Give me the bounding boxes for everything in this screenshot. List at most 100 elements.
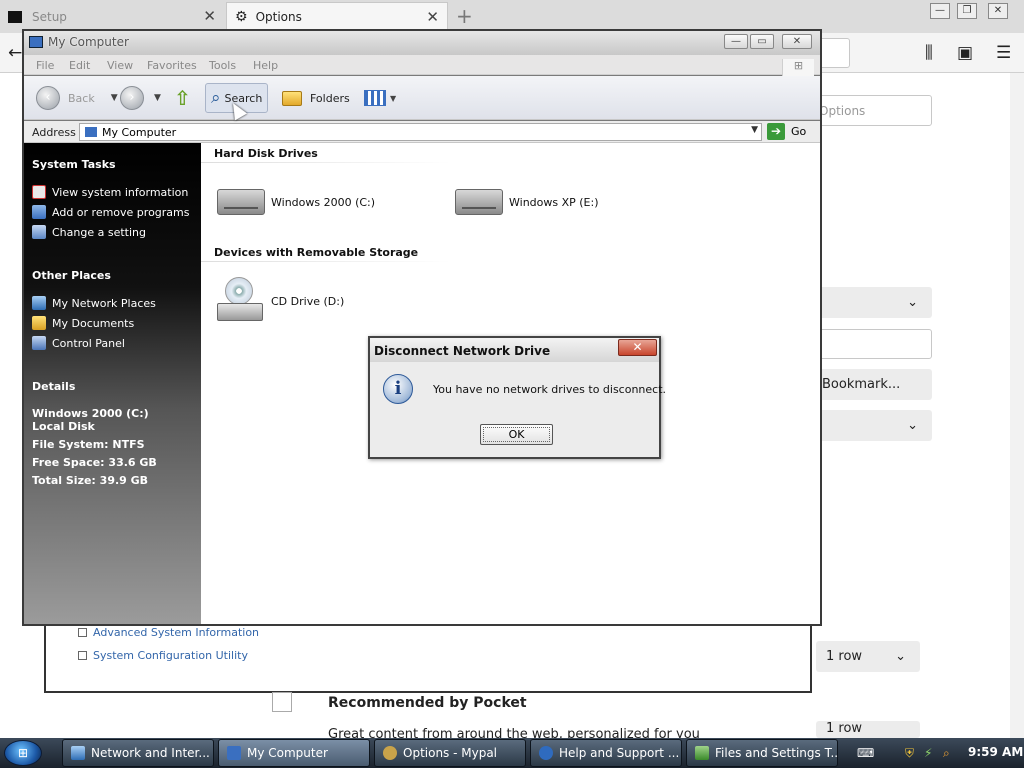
rows-label: 1 row (826, 649, 863, 664)
close-button[interactable]: ✕ (618, 339, 657, 356)
my-computer-window: My Computer — ▭ ✕ File Edit View Favorit… (22, 29, 822, 626)
menu-view[interactable]: View (107, 59, 133, 72)
close-icon[interactable]: ✕ (426, 8, 439, 26)
dropdown-2[interactable]: ⌄ (812, 410, 932, 441)
search-label: Search (224, 91, 263, 105)
computer-icon (227, 746, 241, 760)
close-icon[interactable]: ✕ (203, 7, 216, 25)
taskbar-item-help[interactable]: Help and Support ... (530, 739, 682, 767)
group-divider (201, 162, 451, 163)
hard-drive-icon (455, 189, 503, 215)
menu-help[interactable]: Help (253, 59, 278, 72)
details-total-size: Total Size: 39.9 GB (32, 474, 149, 487)
chevron-down-icon[interactable]: ▼ (111, 93, 118, 103)
forward-button[interactable]: › ▼ (120, 83, 161, 113)
tab-label: Options (255, 10, 302, 24)
scrollbar[interactable] (1010, 73, 1024, 738)
rows-select-2[interactable]: 1 row (816, 721, 920, 738)
place-label: My Network Places (52, 296, 156, 310)
task-label: Change a setting (52, 225, 146, 239)
taskbar-label: Options - Mypal (403, 746, 498, 760)
back-arrow-icon: ‹ (36, 86, 60, 110)
disconnect-network-drive-dialog: Disconnect Network Drive ✕ i You have no… (368, 336, 666, 459)
back-button[interactable]: ‹ Back ▼ (36, 83, 118, 113)
chevron-down-icon: ▼ (390, 93, 397, 103)
taskbar-item-network[interactable]: Network and Inter... (62, 739, 214, 767)
ok-button[interactable]: OK (480, 424, 553, 445)
use-bookmark-button[interactable]: Bookmark... (812, 369, 932, 400)
library-icon[interactable]: ⫼ (925, 43, 933, 63)
close-button[interactable]: ✕ (988, 3, 1008, 19)
pocket-checkbox[interactable] (272, 692, 292, 712)
restore-button[interactable]: ❐ (957, 3, 977, 19)
tab-setup[interactable]: Setup ✕ (0, 2, 224, 31)
drive-d[interactable]: CD Drive (D:) (217, 277, 344, 325)
sidebar-icon[interactable]: ▣ (957, 43, 973, 63)
computer-icon (29, 36, 43, 48)
chevron-down-icon[interactable]: ▼ (751, 125, 758, 135)
options-search-input[interactable]: Options (812, 95, 932, 126)
system-tasks-title: System Tasks (32, 158, 116, 171)
keyboard-icon[interactable]: ⌨ (857, 746, 874, 760)
menu-favorites[interactable]: Favorites (147, 59, 197, 72)
task-change-setting[interactable]: Change a setting (32, 225, 146, 239)
address-input[interactable]: My Computer ▼ (79, 123, 762, 141)
rows-label: 1 row (826, 721, 863, 736)
go-button[interactable]: ➔ Go (767, 123, 806, 140)
programs-icon (32, 205, 46, 219)
task-add-remove-programs[interactable]: Add or remove programs (32, 205, 190, 219)
close-button[interactable]: ✕ (782, 34, 812, 49)
taskbar-item-options-mypal[interactable]: Options - Mypal (374, 739, 526, 767)
menu-file[interactable]: File (36, 59, 54, 72)
taskbar-label: Network and Inter... (91, 746, 210, 760)
place-documents[interactable]: My Documents (32, 316, 134, 330)
drive-e[interactable]: Windows XP (E:) (455, 189, 599, 215)
settings-icon (32, 225, 46, 239)
views-button[interactable]: ▼ (364, 83, 396, 113)
menu-tools[interactable]: Tools (209, 59, 236, 72)
network-status-icon[interactable]: ⚡ (924, 746, 932, 760)
clock: 9:59 AM (968, 745, 1024, 759)
place-network[interactable]: My Network Places (32, 296, 156, 310)
window-title: My Computer (48, 35, 129, 49)
maximize-button[interactable]: ▭ (750, 34, 774, 49)
link-advanced-system-info[interactable]: Advanced System Information (78, 626, 259, 639)
menu-icon[interactable]: ☰ (996, 43, 1011, 63)
dialog-titlebar[interactable]: Disconnect Network Drive ✕ (370, 338, 659, 362)
rows-select-1[interactable]: 1 row ⌄ (816, 641, 920, 672)
task-view-system-info[interactable]: View system information (32, 185, 188, 199)
url-bar-tail[interactable] (818, 38, 850, 68)
folder-icon (282, 90, 302, 106)
up-folder-button[interactable]: ⇧ (174, 83, 191, 113)
taskbar-item-files-settings[interactable]: Files and Settings T... (686, 739, 838, 767)
hard-drive-icon (217, 189, 265, 215)
chevron-down-icon[interactable]: ▼ (154, 93, 161, 103)
cd-drive-icon (217, 277, 265, 325)
homepage-input[interactable] (812, 329, 932, 359)
place-control-panel[interactable]: Control Panel (32, 336, 125, 350)
drive-c[interactable]: Windows 2000 (C:) (217, 189, 375, 215)
new-tab-button[interactable]: + (456, 4, 473, 28)
link-system-config[interactable]: System Configuration Utility (78, 649, 248, 662)
start-button[interactable]: ⊞ (4, 740, 42, 766)
search-icon[interactable]: ⌕ (943, 746, 950, 761)
window-titlebar[interactable]: My Computer — ▭ ✕ (24, 31, 820, 55)
tab-options[interactable]: ⚙ Options ✕ (226, 2, 448, 31)
dropdown-1[interactable]: ⌄ (812, 287, 932, 318)
menu-edit[interactable]: Edit (69, 59, 90, 72)
minimize-button[interactable]: — (724, 34, 748, 49)
gear-icon: ⚙ (235, 9, 248, 25)
info-icon: i (383, 374, 413, 404)
folders-button[interactable]: Folders (282, 83, 350, 113)
security-shield-icon[interactable]: ⛨ (905, 746, 914, 761)
back-icon[interactable]: ← (8, 43, 22, 63)
network-icon (71, 746, 85, 760)
minimize-button[interactable]: — (930, 3, 950, 19)
toolbar: ‹ Back ▼ › ▼ ⇧ ⌕ Search Folders ▼ (24, 76, 820, 120)
details-title: Details (32, 380, 76, 393)
network-icon (32, 296, 46, 310)
search-icon: ⌕ (211, 88, 221, 108)
bookmark-label: Bookmark... (822, 377, 901, 392)
taskbar-item-my-computer[interactable]: My Computer (218, 739, 370, 767)
task-pane: System Tasks View system information Add… (24, 143, 201, 624)
